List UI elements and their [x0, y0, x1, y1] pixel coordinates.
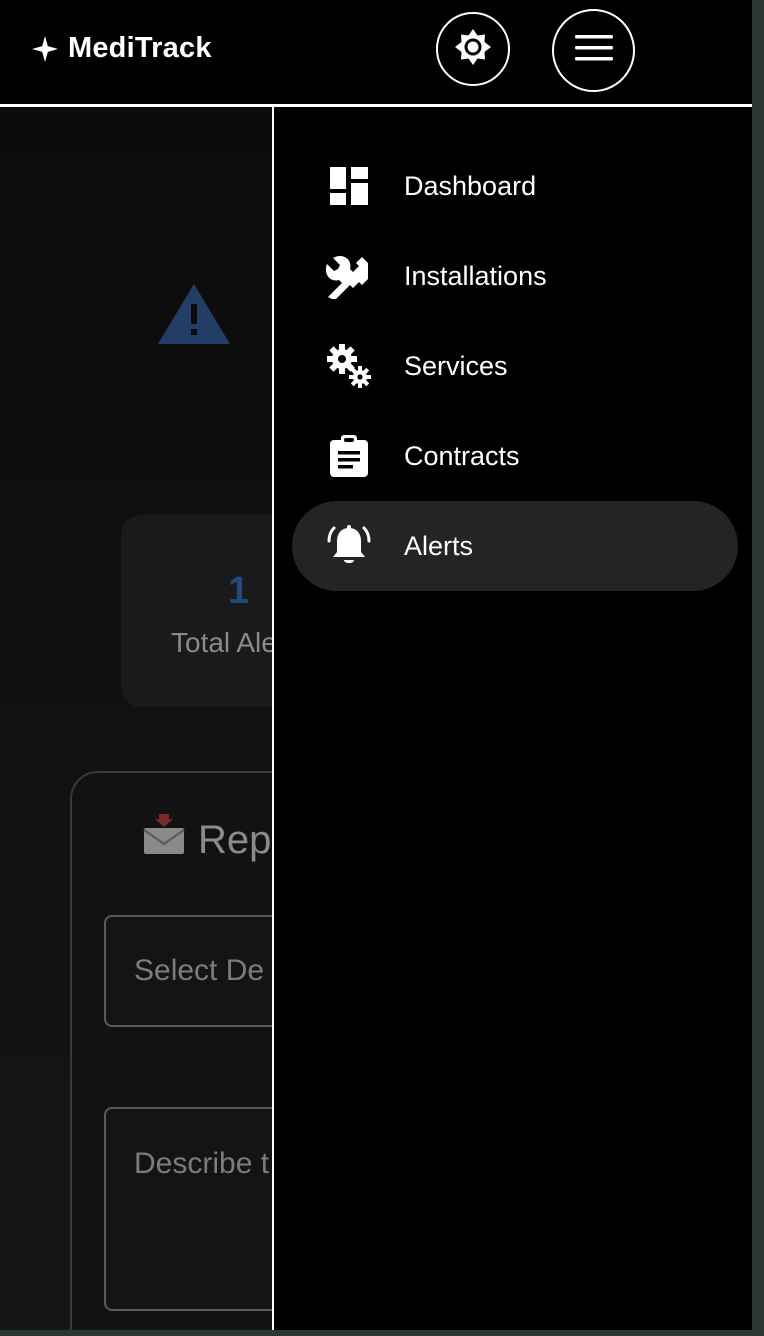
warning-triangle-icon: [156, 282, 232, 351]
clipboard-icon: [326, 433, 372, 479]
menu-item-label: Alerts: [404, 530, 474, 561]
brightness-icon: [453, 27, 493, 72]
total-alerts-label: Total Ale: [171, 627, 277, 658]
gears-icon: [326, 343, 372, 389]
wrench-icon: [326, 253, 372, 299]
menu-item-services[interactable]: Services: [292, 321, 738, 411]
hamburger-icon: [574, 35, 613, 66]
app-viewport: MediTrack 1 Total Ale Repo Select De Des…: [0, 0, 752, 1330]
menu-item-label: Installations: [404, 260, 547, 291]
sparkle-icon: [32, 35, 58, 62]
incoming-envelope-icon: [142, 814, 186, 866]
menu-item-label: Contracts: [404, 440, 520, 471]
menu-item-alerts[interactable]: Alerts: [292, 501, 738, 591]
report-alert-title: Repo: [142, 814, 294, 866]
menu-item-label: Dashboard: [404, 170, 537, 201]
theme-toggle-button[interactable]: [436, 12, 510, 86]
side-navigation-menu: Dashboard Installations Services Contrac…: [272, 107, 752, 1330]
menu-item-contracts[interactable]: Contracts: [292, 411, 738, 501]
menu-item-installations[interactable]: Installations: [292, 231, 738, 321]
menu-item-label: Services: [404, 350, 508, 381]
brand-logo[interactable]: MediTrack: [32, 32, 212, 65]
menu-item-dashboard[interactable]: Dashboard: [292, 141, 738, 231]
top-bar: MediTrack: [0, 0, 752, 104]
menu-toggle-button[interactable]: [552, 9, 635, 92]
dashboard-icon: [326, 163, 372, 209]
total-alerts-value: 1: [228, 570, 250, 612]
brand-name: MediTrack: [68, 32, 212, 64]
bell-ringing-icon: [326, 523, 372, 569]
